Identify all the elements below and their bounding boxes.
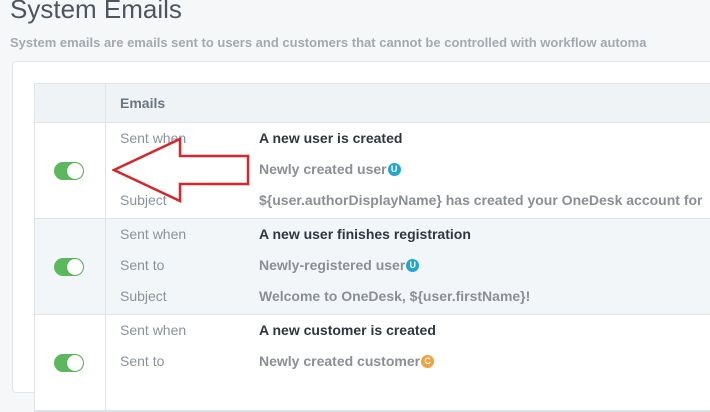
email-enabled-toggle[interactable] [54, 354, 84, 372]
toggle-column-header [35, 84, 106, 122]
sent-to-label: Sent to [120, 353, 165, 369]
sent-to-value: Newly created user U [259, 161, 401, 177]
sent-to-value: Newly created customer C [259, 353, 435, 369]
user-badge-icon: U [387, 163, 401, 176]
toggle-knob [67, 259, 83, 275]
toggle-cell [35, 315, 106, 410]
table-row: Sent when A new customer is created Sent… [35, 315, 710, 411]
email-details: Sent when A new customer is created Sent… [106, 315, 710, 410]
recipient-text: Newly-registered user [259, 257, 406, 273]
emails-column-header: Emails [120, 95, 166, 111]
system-emails-table: Emails Sent when A new user is created N… [34, 83, 710, 412]
subject-label: Subject [120, 288, 167, 304]
page-subtitle: System emails are emails sent to users a… [10, 35, 647, 50]
page-title: System Emails [10, 0, 182, 24]
sent-when-value: A new customer is created [259, 322, 436, 338]
sent-when-value: A new user finishes registration [259, 226, 471, 242]
user-badge-icon: U [406, 259, 420, 272]
sent-to-value: Newly-registered user U [259, 257, 420, 273]
table-header: Emails [35, 84, 710, 123]
customer-badge-icon: C [421, 355, 435, 368]
red-arrow-icon [112, 137, 250, 203]
toggle-knob [67, 355, 83, 371]
email-details: Sent when A new user finishes registrati… [106, 219, 710, 314]
email-enabled-toggle[interactable] [54, 162, 84, 180]
sent-when-label: Sent when [120, 226, 187, 242]
toggle-knob [67, 163, 83, 179]
sent-when-value: A new user is created [259, 130, 403, 146]
subject-value: ${user.authorDisplayName} has created yo… [259, 192, 703, 208]
email-enabled-toggle[interactable] [54, 258, 84, 276]
sent-when-label: Sent when [120, 322, 187, 338]
table-row: Sent when A new user finishes registrati… [35, 219, 710, 315]
sent-to-label: Sent to [120, 257, 165, 273]
recipient-text: Newly created customer [259, 353, 421, 369]
recipient-text: Newly created user [259, 161, 387, 177]
toggle-cell [35, 219, 106, 314]
subject-value: Welcome to OneDesk, ${user.firstName}! [259, 288, 531, 304]
toggle-cell [35, 123, 106, 218]
